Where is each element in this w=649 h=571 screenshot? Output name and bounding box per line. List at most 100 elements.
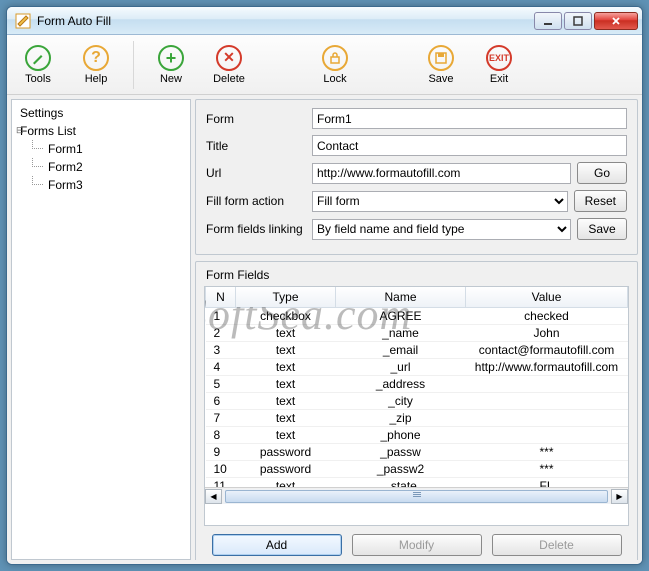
fields-table-scroll[interactable]: N Type Name Value 1checkboxAGREEchecked2… bbox=[205, 287, 628, 487]
window-controls bbox=[534, 12, 638, 30]
cell-value: FL bbox=[466, 478, 628, 488]
form-properties-panel: Form Title Url Go Fill form action Fill … bbox=[195, 99, 638, 255]
delete-field-button[interactable]: Delete bbox=[492, 534, 622, 556]
cell-type: text bbox=[236, 376, 336, 393]
toolbar-separator bbox=[133, 41, 134, 89]
form-label: Form bbox=[206, 112, 306, 126]
cell-type: password bbox=[236, 444, 336, 461]
form-name-input[interactable] bbox=[312, 108, 627, 129]
reset-button[interactable]: Reset bbox=[574, 190, 627, 212]
tools-button[interactable]: Tools bbox=[13, 39, 63, 91]
app-window: Form Auto Fill Tools ? Help + New ✕ Dele… bbox=[6, 6, 643, 565]
cell-value: *** bbox=[466, 444, 628, 461]
cell-n: 8 bbox=[206, 427, 236, 444]
cell-n: 7 bbox=[206, 410, 236, 427]
table-row[interactable]: 3text_emailcontact@formautofill.com bbox=[206, 342, 628, 359]
minimize-button[interactable] bbox=[534, 12, 562, 30]
table-row[interactable]: 11text_stateFL bbox=[206, 478, 628, 488]
delete-button[interactable]: ✕ Delete bbox=[204, 39, 254, 91]
table-row[interactable]: 5text_address bbox=[206, 376, 628, 393]
cell-value bbox=[466, 427, 628, 444]
tree-form-item[interactable]: Form3 bbox=[14, 176, 188, 194]
window-title: Form Auto Fill bbox=[37, 14, 534, 28]
table-row[interactable]: 10password_passw2*** bbox=[206, 461, 628, 478]
save-button[interactable]: Save bbox=[416, 39, 466, 91]
pencil-icon bbox=[25, 45, 51, 71]
add-field-button[interactable]: Add bbox=[212, 534, 342, 556]
cell-n: 9 bbox=[206, 444, 236, 461]
exit-icon: EXIT bbox=[486, 45, 512, 71]
title-input[interactable] bbox=[312, 135, 627, 156]
table-row[interactable]: 8text_phone bbox=[206, 427, 628, 444]
col-value[interactable]: Value bbox=[466, 287, 628, 308]
exit-button[interactable]: EXIT Exit bbox=[474, 39, 524, 91]
cell-name: _passw2 bbox=[336, 461, 466, 478]
cell-value bbox=[466, 410, 628, 427]
linking-select[interactable]: By field name and field type bbox=[312, 219, 571, 240]
main-area: Settings Forms List Form1Form2Form3 Form… bbox=[7, 95, 642, 564]
lock-button[interactable]: Lock bbox=[310, 39, 360, 91]
cell-type: text bbox=[236, 427, 336, 444]
cell-name: _passw bbox=[336, 444, 466, 461]
cell-type: text bbox=[236, 410, 336, 427]
scroll-left-button[interactable]: ◀ bbox=[205, 489, 222, 504]
close-button[interactable] bbox=[594, 12, 638, 30]
toolbar: Tools ? Help + New ✕ Delete Lock Save EX… bbox=[7, 35, 642, 95]
col-n[interactable]: N bbox=[206, 287, 236, 308]
scroll-thumb[interactable] bbox=[225, 490, 608, 503]
cell-n: 5 bbox=[206, 376, 236, 393]
cell-name: _email bbox=[336, 342, 466, 359]
cell-value: contact@formautofill.com bbox=[466, 342, 628, 359]
table-row[interactable]: 6text_city bbox=[206, 393, 628, 410]
form-fields-panel: Form Fields SoftSea.com N Type Name Valu… bbox=[195, 261, 638, 560]
fill-action-select[interactable]: Fill form bbox=[312, 191, 568, 212]
table-row[interactable]: 4text_urlhttp://www.formautofill.com bbox=[206, 359, 628, 376]
title-label: Title bbox=[206, 139, 306, 153]
form-save-button[interactable]: Save bbox=[577, 218, 627, 240]
question-icon: ? bbox=[83, 45, 109, 71]
scroll-track[interactable] bbox=[223, 489, 610, 504]
maximize-button[interactable] bbox=[564, 12, 592, 30]
help-button[interactable]: ? Help bbox=[71, 39, 121, 91]
fields-panel-title: Form Fields bbox=[206, 268, 629, 282]
tree-settings[interactable]: Settings bbox=[14, 104, 188, 122]
cell-type: text bbox=[236, 342, 336, 359]
cell-name: _zip bbox=[336, 410, 466, 427]
cell-n: 3 bbox=[206, 342, 236, 359]
table-row[interactable]: 7text_zip bbox=[206, 410, 628, 427]
sidebar-tree[interactable]: Settings Forms List Form1Form2Form3 bbox=[11, 99, 191, 560]
go-button[interactable]: Go bbox=[577, 162, 627, 184]
plus-icon: + bbox=[158, 45, 184, 71]
fill-action-label: Fill form action bbox=[206, 194, 306, 208]
cell-type: text bbox=[236, 325, 336, 342]
col-type[interactable]: Type bbox=[236, 287, 336, 308]
cell-name: _phone bbox=[336, 427, 466, 444]
cell-value: checked bbox=[466, 308, 628, 325]
col-name[interactable]: Name bbox=[336, 287, 466, 308]
modify-field-button[interactable]: Modify bbox=[352, 534, 482, 556]
url-label: Url bbox=[206, 166, 306, 180]
titlebar: Form Auto Fill bbox=[7, 7, 642, 35]
tree-form-item[interactable]: Form2 bbox=[14, 158, 188, 176]
table-row[interactable]: 2text_nameJohn bbox=[206, 325, 628, 342]
lock-icon bbox=[322, 45, 348, 71]
cell-type: checkbox bbox=[236, 308, 336, 325]
tree-form-item[interactable]: Form1 bbox=[14, 140, 188, 158]
new-button[interactable]: + New bbox=[146, 39, 196, 91]
tree-forms-list[interactable]: Forms List bbox=[14, 122, 188, 140]
horizontal-scrollbar[interactable]: ◀ ▶ bbox=[205, 487, 628, 504]
table-row[interactable]: 9password_passw*** bbox=[206, 444, 628, 461]
cell-name: _state bbox=[336, 478, 466, 488]
cell-value: John bbox=[466, 325, 628, 342]
cell-n: 6 bbox=[206, 393, 236, 410]
cell-n: 1 bbox=[206, 308, 236, 325]
fields-table-wrap: SoftSea.com N Type Name Value 1ch bbox=[204, 286, 629, 526]
floppy-icon bbox=[428, 45, 454, 71]
fields-table[interactable]: N Type Name Value 1checkboxAGREEchecked2… bbox=[205, 287, 628, 487]
table-row[interactable]: 1checkboxAGREEchecked bbox=[206, 308, 628, 325]
scroll-right-button[interactable]: ▶ bbox=[611, 489, 628, 504]
url-input[interactable] bbox=[312, 163, 571, 184]
cell-n: 11 bbox=[206, 478, 236, 488]
x-icon: ✕ bbox=[216, 45, 242, 71]
cell-name: _url bbox=[336, 359, 466, 376]
